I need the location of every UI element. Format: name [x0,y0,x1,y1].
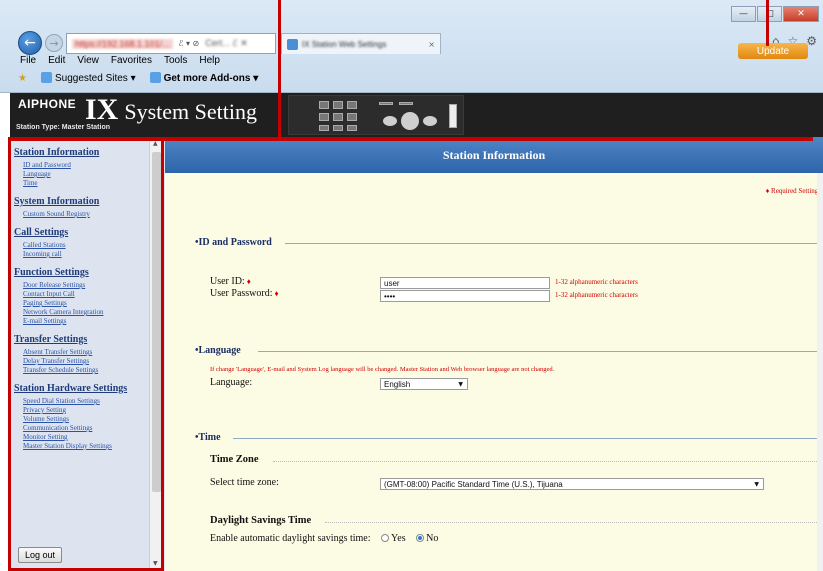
update-button[interactable]: Update [738,43,808,59]
device-knob [401,112,419,130]
address-controls[interactable]: ℰ ▾ ⊘ [179,39,200,48]
annotation-sidebar-frame [8,137,164,571]
device-key [379,102,393,105]
maximize-icon[interactable]: □ [757,6,782,22]
menu-favorites[interactable]: Favorites [111,55,152,66]
section-divider [258,351,823,352]
timezone-select-value: (GMT-08:00) Pacific Standard Time (U.S.)… [384,479,563,489]
address-bar[interactable]: https://192.168.1.101/... ℰ ▾ ⊘ Cert... … [66,33,276,54]
timezone-label: Select time zone: [210,477,279,488]
device-knob [383,116,397,126]
annotation-line [278,0,281,138]
device-key [347,101,357,109]
user-id-label-text: User ID: [210,276,245,287]
device-handset [449,104,457,128]
app-title-ix: IX [85,93,119,126]
subsection-divider [325,522,823,523]
section-language-title: •Language [195,345,241,356]
menu-edit[interactable]: Edit [48,55,65,66]
window-close-icon[interactable]: ✕ [783,6,819,22]
device-key [333,125,343,131]
back-arrow-icon[interactable]: ← [18,31,42,55]
dst-no-radio[interactable] [416,534,425,542]
section-id-password-title: •ID and Password [195,237,272,248]
section-time-title: •Time [195,432,221,443]
suggested-sites-link[interactable]: Suggested Sites ▾ [40,72,136,84]
device-key [399,102,413,105]
user-id-input[interactable]: user [380,277,550,289]
tab-favicon-icon [287,38,298,50]
menu-tools[interactable]: Tools [164,55,187,66]
page-title: Station Information [165,137,823,173]
dst-label: Enable automatic daylight savings time: [210,533,371,544]
section-divider [285,243,823,244]
menu-file[interactable]: File [20,55,36,66]
station-type: Station Type: Master Station [16,124,110,131]
language-select-value: English [384,379,411,389]
minimize-icon[interactable]: — [731,6,756,22]
menu-help[interactable]: Help [199,55,220,66]
chevron-down-icon: ▼ [458,380,463,388]
user-password-hint: 1-32 alphanumeric characters [555,291,638,299]
master-station-image [288,95,464,135]
app-title-rest: System Setting [124,99,257,124]
app-title: IX System Setting [85,93,257,127]
suggested-sites-label: Suggested Sites ▾ [54,73,136,84]
timezone-select[interactable]: (GMT-08:00) Pacific Standard Time (U.S.)… [380,478,764,490]
main-content: Station Information ♦ Required Settings … [165,137,823,571]
required-mark: ♦ [246,277,251,286]
subsection-divider [273,461,823,462]
required-settings-note: ♦ Required Settings [765,187,821,195]
browser-chrome: ← → https://192.168.1.101/... ℰ ▾ ⊘ Cert… [0,0,823,93]
dst-no-label: No [426,533,439,544]
dst-yes-label: Yes [391,533,406,544]
ie-icon [149,72,161,83]
tab-close-icon[interactable]: × [428,40,435,49]
tab-title: IX Station Web Settings [302,39,387,49]
device-key [319,113,329,121]
dst-row: Enable automatic daylight savings time: … [210,533,438,544]
get-addons-link[interactable]: Get more Add-ons ▾ [149,72,259,84]
brand-logo: AIPHONE [18,97,77,111]
main-scrollbar[interactable] [817,173,823,571]
app-header: AIPHONE IX System Setting Station Type: M… [10,93,823,137]
favorites-star-icon[interactable]: ★ [18,73,27,84]
get-addons-label: Get more Add-ons ▾ [163,73,259,84]
certificate-indicator[interactable]: Cert... ℰ ✕ [205,38,248,49]
browser-tab[interactable]: IX Station Web Settings × [281,33,441,54]
section-divider [233,438,823,439]
language-label: Language: [210,377,253,388]
chevron-down-icon: ▼ [754,480,759,488]
user-password-label-text: User Password: [210,288,273,299]
dst-heading: Daylight Savings Time [210,515,312,526]
device-key [333,113,343,121]
favorites-bar: ★ Suggested Sites ▾ Get more Add-ons ▾ [18,72,258,84]
language-warning: If change 'Language', E-mail and System … [210,366,555,373]
device-key [319,101,329,109]
address-url: https://192.168.1.101/... [72,38,173,49]
user-id-hint: 1-32 alphanumeric characters [555,278,638,286]
language-select[interactable]: English ▼ [380,378,468,390]
dst-yes-radio[interactable] [381,534,390,542]
user-id-label: User ID: ♦ [210,276,251,287]
timezone-heading: Time Zone [210,454,259,465]
device-key [347,113,357,121]
window-controls: — □ ✕ [731,6,819,22]
user-password-label: User Password: ♦ [210,288,279,299]
forward-arrow-icon[interactable]: → [45,34,63,52]
device-key [333,101,343,109]
ie-icon [40,72,52,83]
device-knob [423,116,437,126]
device-key [319,125,329,131]
device-key [347,125,357,131]
required-mark: ♦ [274,289,279,298]
menu-view[interactable]: View [77,55,99,66]
annotation-line [766,0,769,46]
user-password-input[interactable]: •••• [380,290,550,302]
menu-bar: File Edit View Favorites Tools Help [20,55,220,66]
